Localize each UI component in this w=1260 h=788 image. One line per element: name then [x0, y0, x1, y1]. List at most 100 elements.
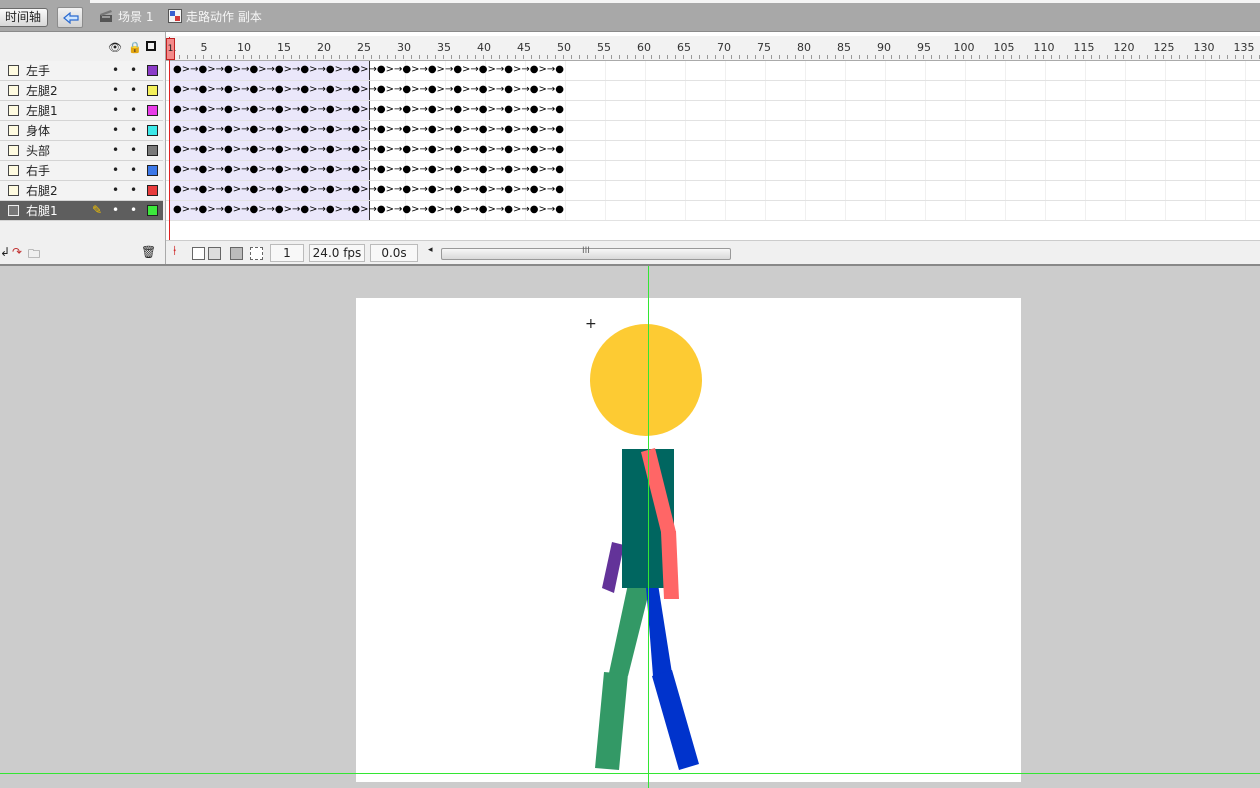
lock-dot[interactable]: •: [130, 204, 137, 216]
outline-color-swatch[interactable]: [147, 125, 158, 136]
motion-tween-span[interactable]: ●>→●>→●>→●>→●>→●>→●>→●>→●>→●>→●>→●>→●>→●…: [169, 81, 564, 100]
insert-folder-icon[interactable]: 🗀: [28, 245, 40, 266]
motion-tween-span[interactable]: ●>→●>→●>→●>→●>→●>→●>→●>→●>→●>→●>→●>→●>→●…: [169, 161, 564, 180]
edit-multiple-frames-icon[interactable]: [230, 247, 243, 260]
center-frame-icon[interactable]: ⍿: [173, 244, 176, 259]
layer-row[interactable]: 头部 • •: [0, 141, 163, 161]
right-leg-lower[interactable]: [652, 670, 699, 770]
frame-ruler[interactable]: 1510152025303540455055606570758085909510…: [166, 36, 1260, 61]
frame-row[interactable]: ●>→●>→●>→●>→●>→●>→●>→●>→●>→●>→●>→●>→●>→●…: [166, 101, 1260, 121]
visibility-dot[interactable]: •: [112, 84, 119, 96]
lock-icon[interactable]: 🔒: [128, 41, 142, 54]
motion-tween-span[interactable]: ●>→●>→●>→●>→●>→●>→●>→●>→●>→●>→●>→●>→●>→●…: [169, 101, 564, 120]
timeline-horizontal-scrollbar[interactable]: III: [441, 246, 731, 260]
stage-pasteboard[interactable]: +: [0, 266, 1260, 788]
head[interactable]: [590, 324, 702, 436]
motion-tween-span[interactable]: ●>→●>→●>→●>→●>→●>→●>→●>→●>→●>→●>→●>→●>→●…: [169, 201, 564, 220]
outline-color-swatch[interactable]: [147, 105, 158, 116]
outline-color-swatch[interactable]: [147, 205, 158, 216]
frame-tick: [1147, 55, 1148, 59]
stick-figure[interactable]: [0, 266, 1260, 788]
frame-row[interactable]: ●>→●>→●>→●>→●>→●>→●>→●>→●>→●>→●>→●>→●>→●…: [166, 161, 1260, 181]
lock-dot[interactable]: •: [130, 84, 137, 96]
layer-row[interactable]: 左腿2 • •: [0, 81, 163, 101]
lock-dot[interactable]: •: [130, 104, 137, 116]
layer-name[interactable]: 左腿1: [26, 105, 58, 118]
insert-layer-icon[interactable]: ↲: [0, 245, 10, 259]
motion-tween-span[interactable]: ●>→●>→●>→●>→●>→●>→●>→●>→●>→●>→●>→●>→●>→●…: [169, 181, 564, 200]
frame-tick: [739, 55, 740, 59]
pencil-icon: ✎: [92, 203, 103, 217]
layer-name[interactable]: 左手: [26, 65, 50, 78]
layer-name[interactable]: 头部: [26, 145, 50, 158]
lock-dot[interactable]: •: [130, 164, 137, 176]
left-arm[interactable]: [602, 542, 624, 593]
timeline-toggle-button[interactable]: 时间轴: [0, 8, 48, 27]
visibility-dot[interactable]: •: [112, 144, 119, 156]
tween-keyframes: ●>→●>→●>→●>→●>→●>→●>→●>→●>→●>→●>→●>→●>→●…: [173, 84, 564, 95]
motion-tween-span[interactable]: ●>→●>→●>→●>→●>→●>→●>→●>→●>→●>→●>→●>→●>→●…: [169, 121, 564, 140]
layer-row[interactable]: 右腿1 ✎ • •: [0, 201, 163, 221]
outline-icon[interactable]: [146, 41, 156, 51]
layer-row[interactable]: 右手 • •: [0, 161, 163, 181]
left-leg-lower[interactable]: [595, 672, 628, 770]
layer-row[interactable]: 身体 • •: [0, 121, 163, 141]
visibility-dot[interactable]: •: [112, 184, 119, 196]
frame-row[interactable]: ●>→●>→●>→●>→●>→●>→●>→●>→●>→●>→●>→●>→●>→●…: [166, 81, 1260, 101]
frame-row[interactable]: ●>→●>→●>→●>→●>→●>→●>→●>→●>→●>→●>→●>→●>→●…: [166, 121, 1260, 141]
left-leg-upper[interactable]: [609, 584, 650, 676]
frame-tick: [875, 55, 876, 59]
onion-skin-icon[interactable]: [192, 247, 205, 260]
layer-name[interactable]: 身体: [26, 125, 50, 138]
outline-color-swatch[interactable]: [147, 185, 158, 196]
outline-color-swatch[interactable]: [147, 165, 158, 176]
visibility-dot[interactable]: •: [112, 124, 119, 136]
layer-type-icon: [8, 145, 19, 156]
outline-color-swatch[interactable]: [147, 145, 158, 156]
layer-row[interactable]: 右腿2 • •: [0, 181, 163, 201]
scroll-left-icon[interactable]: ◂: [428, 245, 433, 255]
add-motion-guide-icon[interactable]: ↷: [12, 245, 22, 259]
edit-bar-highlight: [90, 0, 1260, 3]
frame-tick: [1243, 55, 1244, 59]
trash-icon[interactable]: 🗑: [141, 245, 156, 259]
frame-tick: [771, 55, 772, 59]
frame-tick: [323, 55, 324, 59]
layer-name[interactable]: 右腿2: [26, 185, 58, 198]
lock-dot[interactable]: •: [130, 184, 137, 196]
layer-name[interactable]: 右腿1: [26, 205, 58, 218]
onion-skin-outlines-icon[interactable]: [208, 247, 221, 260]
frame-tick: [827, 55, 828, 59]
lock-dot[interactable]: •: [130, 64, 137, 76]
back-button[interactable]: [57, 7, 83, 28]
layer-name[interactable]: 左腿2: [26, 85, 58, 98]
motion-tween-span[interactable]: ●>→●>→●>→●>→●>→●>→●>→●>→●>→●>→●>→●>→●>→●…: [169, 61, 564, 80]
right-arm-lower[interactable]: [661, 531, 679, 599]
visibility-dot[interactable]: •: [112, 104, 119, 116]
breadcrumb-scene[interactable]: 场景 1: [118, 10, 153, 24]
frame-row[interactable]: ●>→●>→●>→●>→●>→●>→●>→●>→●>→●>→●>→●>→●>→●…: [166, 181, 1260, 201]
horizontal-guide[interactable]: [0, 773, 1260, 774]
visibility-dot[interactable]: •: [112, 204, 119, 216]
frame-row[interactable]: ●>→●>→●>→●>→●>→●>→●>→●>→●>→●>→●>→●>→●>→●…: [166, 201, 1260, 221]
layer-row[interactable]: 左手 • •: [0, 61, 163, 81]
breadcrumb-symbol[interactable]: 走路动作 副本: [186, 10, 262, 24]
modify-onion-markers-icon[interactable]: [250, 247, 263, 260]
eye-icon[interactable]: 👁: [108, 41, 122, 54]
layer-name[interactable]: 右手: [26, 165, 50, 178]
lock-dot[interactable]: •: [130, 124, 137, 136]
frame-tick: [1235, 55, 1236, 59]
frame-grid[interactable]: ●>→●>→●>→●>→●>→●>→●>→●>→●>→●>→●>→●>→●>→●…: [166, 61, 1260, 221]
frame-row[interactable]: ●>→●>→●>→●>→●>→●>→●>→●>→●>→●>→●>→●>→●>→●…: [166, 61, 1260, 81]
visibility-dot[interactable]: •: [112, 164, 119, 176]
outline-color-swatch[interactable]: [147, 65, 158, 76]
outline-color-swatch[interactable]: [147, 85, 158, 96]
frame-rate-field[interactable]: 24.0 fps: [309, 244, 365, 262]
frame-row[interactable]: ●>→●>→●>→●>→●>→●>→●>→●>→●>→●>→●>→●>→●>→●…: [166, 141, 1260, 161]
motion-tween-span[interactable]: ●>→●>→●>→●>→●>→●>→●>→●>→●>→●>→●>→●>→●>→●…: [169, 141, 564, 160]
playhead-handle[interactable]: 1: [166, 38, 175, 60]
vertical-guide[interactable]: [648, 266, 649, 788]
layer-row[interactable]: 左腿1 • •: [0, 101, 163, 121]
visibility-dot[interactable]: •: [112, 64, 119, 76]
lock-dot[interactable]: •: [130, 144, 137, 156]
